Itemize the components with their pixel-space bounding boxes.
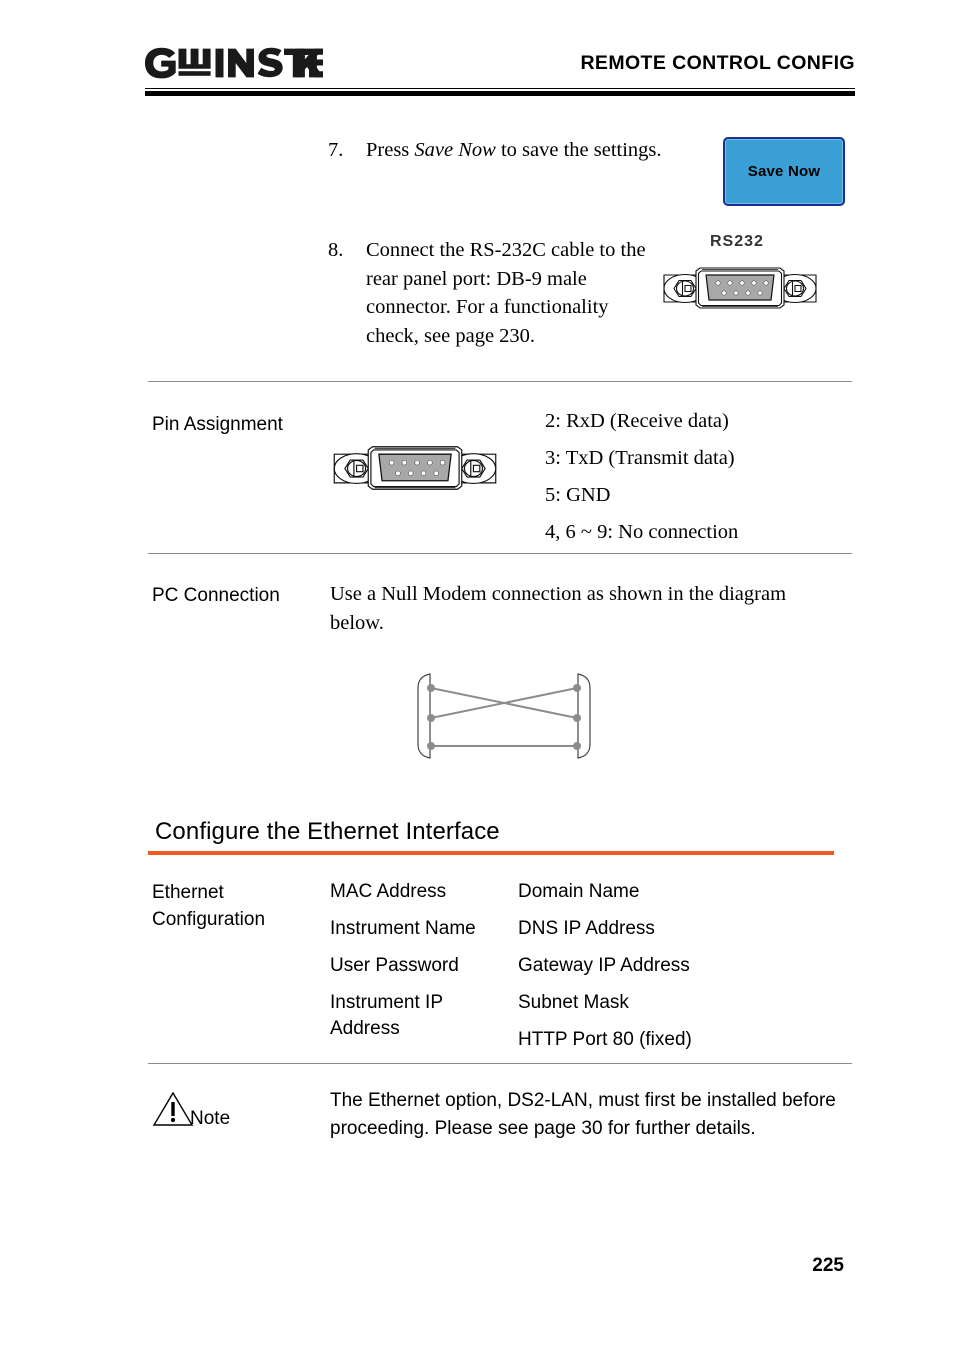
- gwinstek-logo: [145, 46, 323, 80]
- db9-connector-pinout-icon: [330, 440, 500, 501]
- ethernet-config-item: Gateway IP Address: [518, 955, 690, 976]
- ethernet-config-item: Domain Name: [518, 881, 640, 902]
- step-text: Press Save Now to save the settings.: [366, 136, 662, 165]
- null-modem-diagram: [408, 666, 600, 771]
- ethernet-config-item: Instrument Name: [330, 918, 476, 939]
- header-title: REMOTE CONTROL CONFIG: [580, 52, 855, 74]
- ethernet-config-item: DNS IP Address: [518, 918, 655, 939]
- step-number: 8.: [328, 239, 344, 261]
- step7-text-after: to save the settings.: [495, 139, 662, 161]
- ethernet-config-item: User Password: [330, 955, 459, 976]
- document-page: REMOTE CONTROL CONFIG 7. Press Save Now …: [0, 0, 954, 1349]
- pc-connection-label: PC Connection: [152, 585, 280, 606]
- pin-list-item: 5: GND: [545, 484, 611, 506]
- section-accent-bar: [148, 851, 834, 855]
- step-number: 7.: [328, 139, 344, 161]
- pin-list-item: 2: RxD (Receive data): [545, 410, 729, 432]
- note-text: The Ethernet option, DS2-LAN, must first…: [330, 1090, 836, 1139]
- ethernet-config-item: Subnet Mask: [518, 992, 629, 1013]
- save-now-button[interactable]: Save Now: [723, 137, 845, 206]
- ethernet-config-column-2: Domain Name DNS IP Address Gateway IP Ad…: [518, 879, 848, 1053]
- rs232-caption: RS232: [710, 233, 764, 250]
- warning-triangle-icon: [152, 1090, 194, 1133]
- pin-list-item: 4, 6 ~ 9: No connection: [545, 521, 739, 543]
- step7-text-italic: Save Now: [414, 139, 496, 161]
- header-rule-thick: [145, 91, 855, 96]
- ethernet-config-item: Instrument IP Address: [330, 992, 443, 1039]
- pin-assignment-list: 2: RxD (Receive data) 3: TxD (Transmit d…: [545, 410, 738, 544]
- header-rule-thin: [145, 88, 855, 89]
- section-divider-3: [148, 1063, 852, 1064]
- pc-connection-text: Use a Null Modem connection as shown in …: [330, 583, 787, 634]
- pin-assignment-label: Pin Assignment: [152, 414, 283, 435]
- note-label: Note: [190, 1108, 231, 1129]
- db9-connector-rear-icon: [660, 262, 820, 319]
- save-now-button-label: Save Now: [747, 163, 821, 180]
- section-divider-1: [148, 381, 852, 382]
- ethernet-config-item: MAC Address: [330, 881, 447, 902]
- pin-list-item: 3: TxD (Transmit data): [545, 447, 735, 469]
- page-number: 225: [812, 1255, 844, 1276]
- step7-text-before: Press: [366, 139, 415, 161]
- step-text: Connect the RS-232C cable to the rear pa…: [366, 239, 646, 347]
- ethernet-config-column-1: MAC Address Instrument Name User Passwor…: [330, 879, 515, 1042]
- section-heading-ethernet: Configure the Ethernet Interface: [155, 818, 500, 845]
- ethernet-configuration-label: Ethernet Configuration: [152, 882, 266, 930]
- section-divider-2: [148, 553, 852, 554]
- ethernet-config-item: HTTP Port 80 (fixed): [518, 1029, 692, 1050]
